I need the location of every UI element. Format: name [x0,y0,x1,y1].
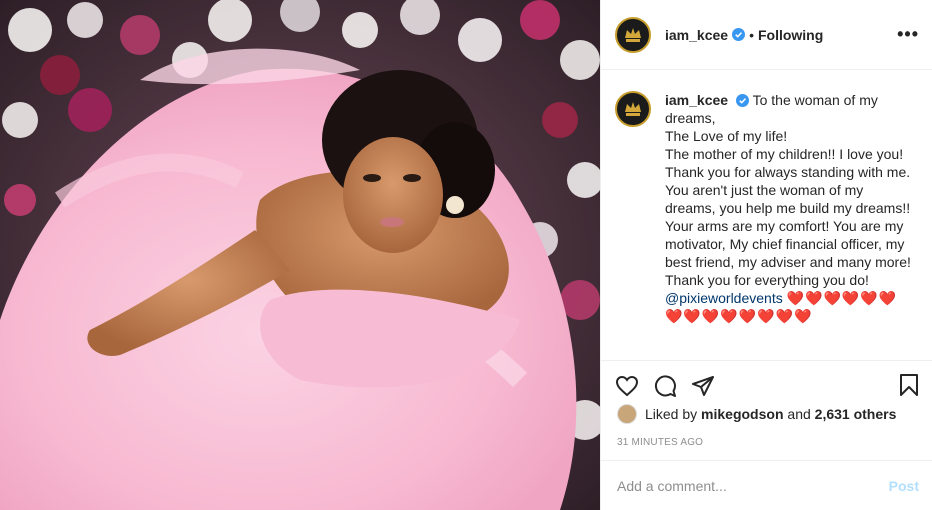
post-timestamp[interactable]: 31 MINUTES AGO [617,437,703,448]
caption-line: Thank you for everything you do! [665,272,869,288]
likes-summary: Liked by mikegodson and 2,631 others [617,404,896,424]
heart-icon [615,375,639,396]
mention-link[interactable]: @pixieworldevents [665,290,783,306]
caption-line: Thank you for always standing with me. Y… [665,164,911,270]
like-button[interactable] [615,374,639,398]
liker-avatar[interactable] [617,404,637,424]
post-photo[interactable] [0,0,600,510]
verified-icon [735,94,749,107]
comment-bar: Post [601,460,932,510]
following-button[interactable]: Following [758,27,823,43]
comment-button[interactable] [653,374,677,398]
post-panel: iam_kcee • Following ••• iam_kcee To the… [600,0,932,510]
header-separator: • [749,26,754,43]
likes-prefix: Liked by [645,406,698,422]
caption-area: iam_kcee To the woman of my dreams, The … [601,71,932,359]
profile-avatar[interactable] [615,16,651,53]
caption-line: The Love of my life! [665,128,788,144]
likes-others-link[interactable]: 2,631 others [815,406,897,422]
likes-conjunction: and [787,406,811,422]
save-button[interactable] [897,373,921,402]
bookmark-icon [900,374,918,396]
post-header: iam_kcee • Following ••• [601,0,932,70]
hearts-emoji: ❤️❤️❤️❤️❤️❤️ [786,290,898,306]
caption-avatar[interactable] [615,91,651,127]
post-photo-image [0,0,600,510]
crown-logo-icon [625,27,641,42]
verified-icon [732,28,746,41]
action-bar [601,360,932,410]
share-button[interactable] [691,374,715,398]
crown-logo-icon [625,102,641,116]
comment-input[interactable] [617,477,889,494]
caption-line: The mother of my children!! I love you! [665,146,904,162]
header-username[interactable]: iam_kcee [665,27,728,43]
comment-icon [654,374,676,397]
hearts-emoji: ❤️❤️❤️❤️❤️❤️❤️❤️ [665,308,813,324]
share-icon [692,375,714,396]
liker-username[interactable]: mikegodson [701,406,783,422]
caption-username[interactable]: iam_kcee [665,92,728,108]
post-comment-button[interactable]: Post [889,478,919,494]
more-icon[interactable]: ••• [897,24,919,45]
caption-text: iam_kcee To the woman of my dreams, The … [665,91,915,359]
